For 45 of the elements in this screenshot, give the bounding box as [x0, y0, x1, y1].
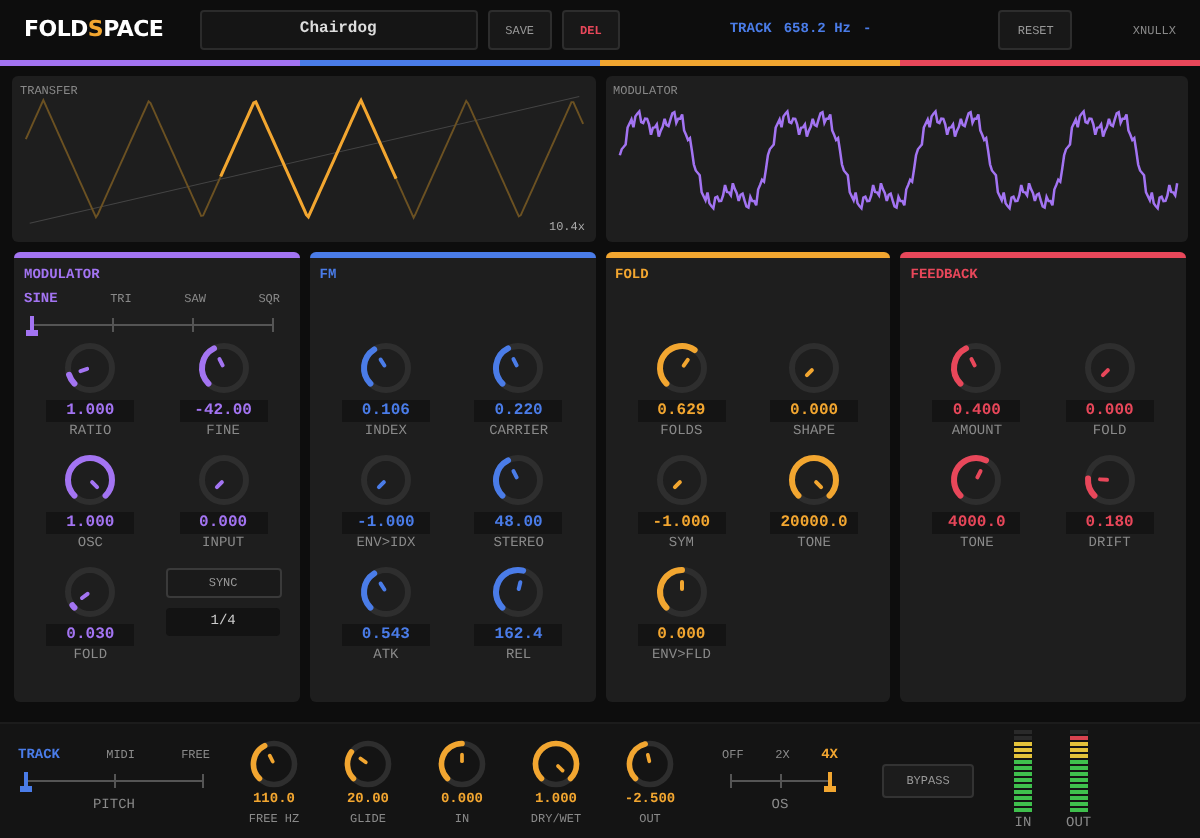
knob[interactable] — [622, 735, 678, 791]
knob-value: 0.220 — [474, 400, 563, 422]
knob-value: 0.000 — [179, 512, 268, 534]
knob[interactable] — [488, 450, 549, 510]
logo: FOLDSPACE — [24, 13, 164, 46]
knob[interactable] — [355, 562, 416, 622]
knob[interactable] — [1079, 450, 1140, 510]
knob-value: 0.000 — [770, 400, 859, 422]
knob[interactable] — [528, 735, 584, 791]
knob-value: 162.4 — [474, 624, 563, 646]
knob[interactable] — [946, 450, 1007, 510]
knob[interactable] — [651, 562, 712, 622]
knob-value: 1.000 — [46, 512, 135, 534]
knob-value: 20000.0 — [770, 512, 859, 534]
knob-value: 0.543 — [341, 624, 430, 646]
slider-thumb[interactable] — [20, 771, 32, 792]
knob[interactable] — [60, 562, 121, 622]
knob[interactable] — [60, 450, 121, 510]
knob-value: 4000.0 — [932, 512, 1021, 534]
knob[interactable] — [946, 338, 1007, 398]
knob-value: -1.000 — [637, 512, 726, 534]
knob[interactable] — [60, 338, 121, 398]
knob[interactable] — [340, 735, 396, 791]
preset-name-field[interactable]: Chairdog — [199, 10, 478, 50]
knob[interactable] — [651, 338, 712, 398]
knob-value: 0.629 — [637, 400, 726, 422]
knob-value: -1.000 — [341, 512, 430, 534]
knob-value: 0.180 — [1065, 512, 1154, 534]
knob-value: 0.106 — [341, 400, 430, 422]
knob-value: 0.000 — [637, 624, 726, 646]
knob-value: -42.00 — [179, 400, 268, 422]
knob[interactable] — [488, 562, 549, 622]
knob-value: 48.00 — [474, 512, 563, 534]
knob-value: 0.400 — [932, 400, 1021, 422]
knob-value: 0.030 — [46, 624, 135, 646]
knob[interactable] — [488, 338, 549, 398]
knob[interactable] — [193, 338, 254, 398]
knob-value: 0.000 — [1065, 400, 1154, 422]
knob[interactable] — [434, 735, 490, 791]
knob-value: 1.000 — [46, 400, 135, 422]
slider-thumb[interactable] — [824, 771, 836, 792]
knob[interactable] — [246, 735, 302, 791]
knob[interactable] — [355, 338, 416, 398]
knob[interactable] — [784, 450, 845, 510]
slider-thumb[interactable] — [26, 316, 38, 336]
